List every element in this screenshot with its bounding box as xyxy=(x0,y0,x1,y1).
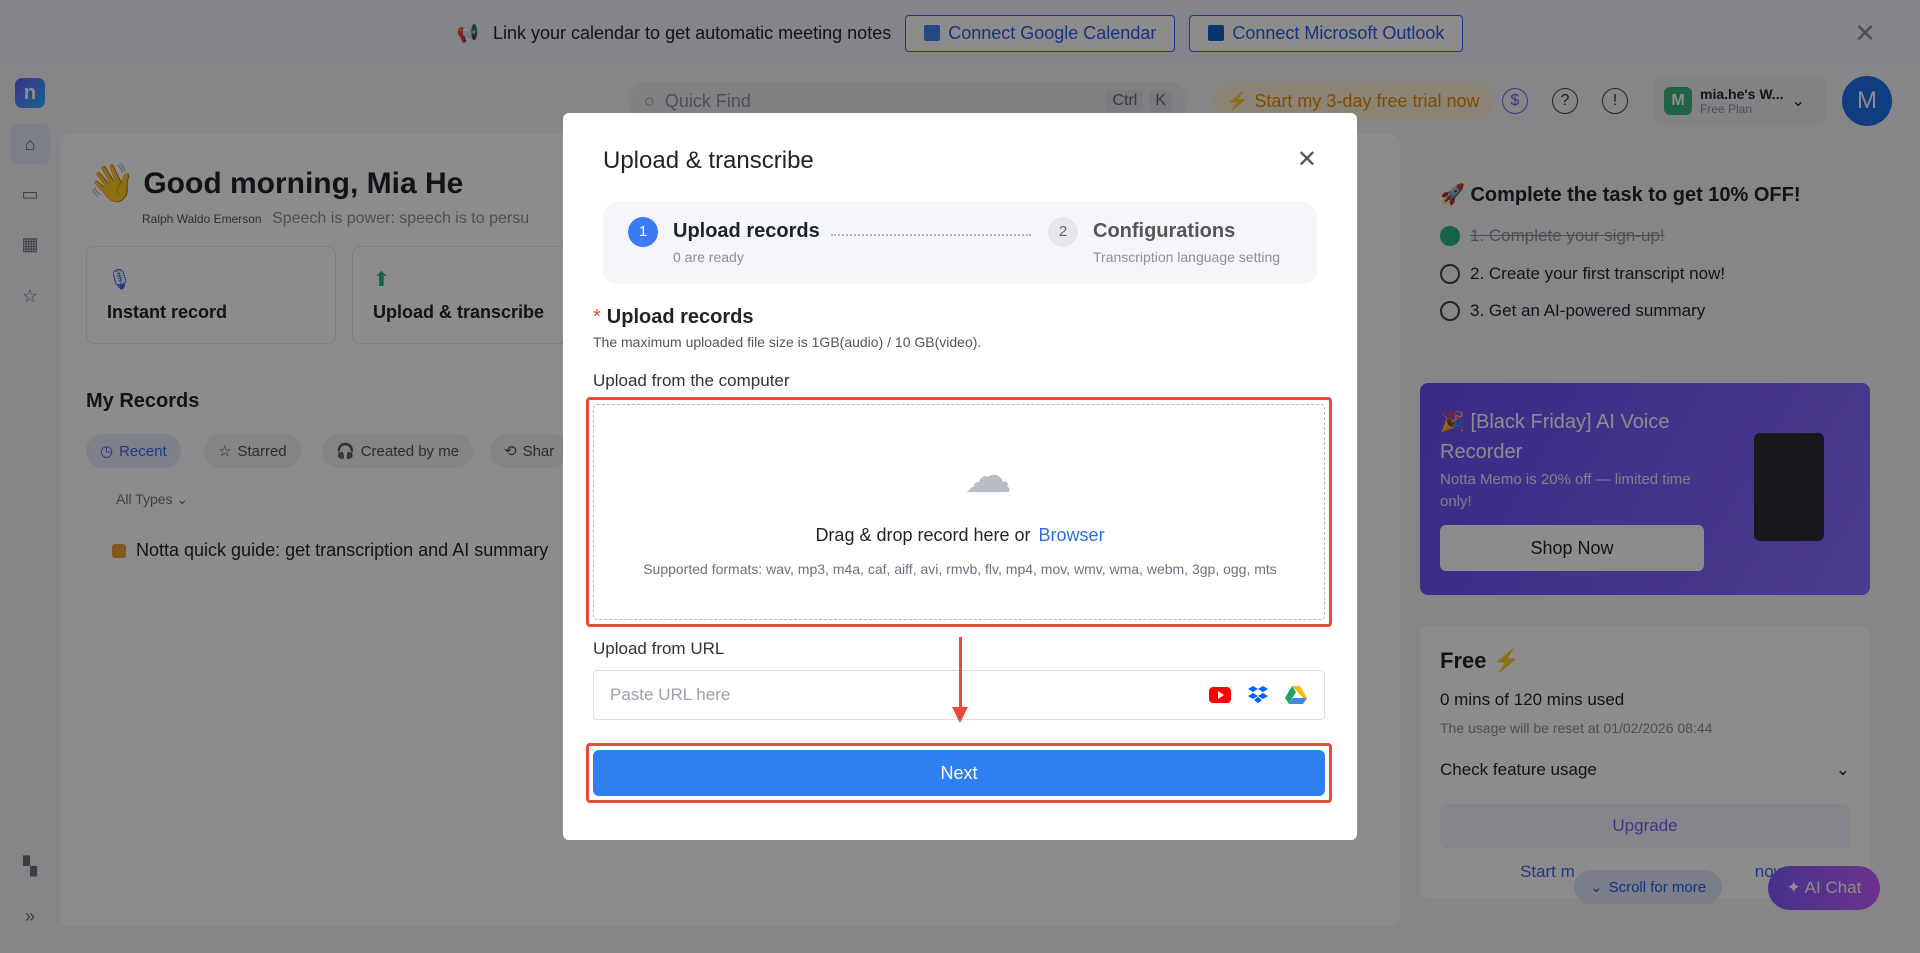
annotation-arrow xyxy=(959,637,962,709)
annotation-arrow-head xyxy=(952,707,968,723)
supported-formats: Supported formats: wav, mp3, m4a, caf, a… xyxy=(643,561,1277,577)
youtube-icon[interactable] xyxy=(1208,683,1232,707)
stepper xyxy=(603,202,1317,284)
step-2-number: 2 xyxy=(1048,217,1078,247)
next-button[interactable]: Next xyxy=(593,750,1325,796)
upload-computer-label: Upload from the computer xyxy=(593,371,790,390)
upload-url-label: Upload from URL xyxy=(593,639,725,658)
upload-transcribe-dialog: Upload & transcribe ✕ 1 Upload records 0… xyxy=(563,113,1357,840)
url-input[interactable] xyxy=(610,685,1194,705)
step-2-sub: Transcription language setting xyxy=(1093,249,1281,265)
step-connector xyxy=(831,234,1031,236)
required-mark: * xyxy=(593,306,601,328)
drop-instructions: Drag & drop record here or Browser xyxy=(815,525,1105,545)
step-1-label: Upload records xyxy=(673,220,820,242)
dialog-title: Upload & transcribe xyxy=(603,147,814,174)
dropbox-icon[interactable] xyxy=(1246,683,1270,707)
file-dropzone[interactable]: ☁ Drag & drop record here or Browser Supp… xyxy=(593,404,1325,620)
step-2-label: Configurations xyxy=(1093,220,1236,242)
cloud-upload-icon: ☁ xyxy=(964,450,1012,503)
browse-link[interactable]: Browser xyxy=(1039,525,1105,545)
google-drive-icon[interactable] xyxy=(1284,683,1308,707)
section-description: The maximum uploaded file size is 1GB(au… xyxy=(593,334,982,350)
close-icon[interactable]: ✕ xyxy=(1297,145,1317,174)
step-1-sub: 0 are ready xyxy=(673,249,744,265)
section-title: * Upload records xyxy=(593,306,754,328)
step-1-number: 1 xyxy=(628,217,658,247)
